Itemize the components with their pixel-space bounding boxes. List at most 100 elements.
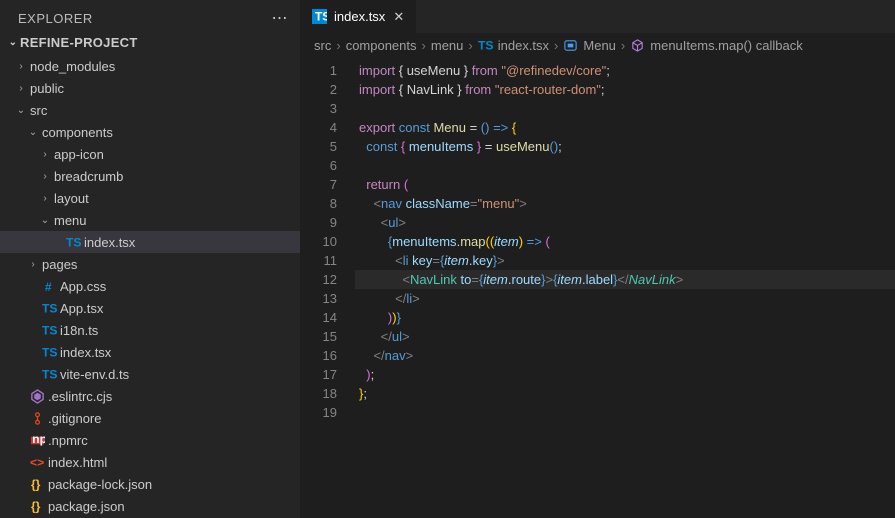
tree-item-label: .npmrc <box>46 433 88 448</box>
tree-item-label: index.tsx <box>82 235 135 250</box>
breadcrumb-item[interactable]: src <box>314 38 331 53</box>
folder-menu[interactable]: ⌄menu <box>0 209 300 231</box>
svg-text:TS: TS <box>478 38 493 52</box>
folder-pages[interactable]: ›pages <box>0 253 300 275</box>
breadcrumb-item[interactable]: menu <box>431 38 464 53</box>
file-index.tsx[interactable]: TSindex.tsx <box>0 231 300 253</box>
code-line[interactable]: <ul> <box>355 213 895 232</box>
code-line[interactable]: }; <box>355 384 895 403</box>
breadcrumb-item[interactable]: menuItems.map() callback <box>650 38 802 53</box>
folder-src[interactable]: ⌄src <box>0 99 300 121</box>
code-line[interactable]: {menuItems.map((item) => ( <box>355 232 895 251</box>
breadcrumb[interactable]: src›components›menu›TSindex.tsx›Menu›men… <box>300 34 895 57</box>
breadcrumb-item[interactable]: components <box>346 38 417 53</box>
file-i18n.ts[interactable]: TSi18n.ts <box>0 319 300 341</box>
file-package.json[interactable]: {} package.json <box>0 495 300 517</box>
ts-icon: TS <box>478 38 493 53</box>
chevron-down-icon: ⌄ <box>14 105 28 116</box>
ts-icon: TS <box>40 345 58 360</box>
chevron-right-icon: › <box>621 38 625 53</box>
code-line[interactable]: return ( <box>355 175 895 194</box>
folder-app-icon[interactable]: ›app-icon <box>0 143 300 165</box>
code-line[interactable]: </li> <box>355 289 895 308</box>
more-actions-icon[interactable]: ⋯ <box>272 8 289 28</box>
code-line[interactable] <box>355 156 895 175</box>
file-App.css[interactable]: #App.css <box>0 275 300 297</box>
tab-index-tsx[interactable]: TS index.tsx ✕ <box>300 0 416 33</box>
project-root[interactable]: ⌄ REFINE-PROJECT <box>0 32 300 53</box>
code-lines[interactable]: import { useMenu } from "@refinedev/core… <box>355 57 895 518</box>
chevron-right-icon: › <box>14 61 28 72</box>
code-line[interactable]: const { menuItems } = useMenu(); <box>355 137 895 156</box>
chevron-right-icon: › <box>38 171 52 182</box>
code-line[interactable]: ); <box>355 365 895 384</box>
tree-item-label: src <box>28 103 47 118</box>
code-line[interactable] <box>355 99 895 118</box>
code-line[interactable]: import { useMenu } from "@refinedev/core… <box>355 61 895 80</box>
file-package-lock.json[interactable]: {} package-lock.json <box>0 473 300 495</box>
file-.gitignore[interactable]: .gitignore <box>0 407 300 429</box>
tab-label: index.tsx <box>334 9 385 24</box>
svg-text:npm: npm <box>32 433 45 446</box>
tree-item-label: breadcrumb <box>52 169 123 184</box>
chevron-down-icon: ⌄ <box>26 127 40 138</box>
code-line[interactable]: </ul> <box>355 327 895 346</box>
svg-text:TS: TS <box>66 235 81 249</box>
hash-icon: # <box>40 279 58 294</box>
file-index.tsx[interactable]: TSindex.tsx <box>0 341 300 363</box>
tree-item-label: components <box>40 125 113 140</box>
ts-icon: TS <box>64 235 82 250</box>
svg-text:TS: TS <box>314 9 326 23</box>
svg-text:{}: {} <box>30 499 40 513</box>
breadcrumb-item[interactable]: Menu <box>583 38 616 53</box>
chevron-right-icon: › <box>468 38 472 53</box>
cube-icon <box>630 38 645 53</box>
chevron-right-icon: › <box>38 149 52 160</box>
folder-components[interactable]: ⌄components <box>0 121 300 143</box>
folder-node_modules[interactable]: ›node_modules <box>0 55 300 77</box>
folder-breadcrumb[interactable]: ›breadcrumb <box>0 165 300 187</box>
tree-item-label: pages <box>40 257 77 272</box>
file-.npmrc[interactable]: npm.npmrc <box>0 429 300 451</box>
tree-item-label: package-lock.json <box>46 477 152 492</box>
code-line[interactable]: <li key={item.key}> <box>355 251 895 270</box>
chevron-down-icon: ⌄ <box>6 37 20 48</box>
svg-text:TS: TS <box>42 345 57 359</box>
folder-public[interactable]: ›public <box>0 77 300 99</box>
tree-item-label: .gitignore <box>46 411 101 426</box>
code-line[interactable]: <NavLink to={item.route}>{item.label}</N… <box>355 270 895 289</box>
tree-item-label: node_modules <box>28 59 115 74</box>
close-icon[interactable]: ✕ <box>391 7 406 27</box>
ts-icon: TS <box>310 9 328 24</box>
chevron-right-icon: › <box>26 259 40 270</box>
file-tree: ›node_modules›public⌄src⌄components›app-… <box>0 53 300 518</box>
file-.eslintrc.cjs[interactable]: .eslintrc.cjs <box>0 385 300 407</box>
svg-text:<>: <> <box>30 455 44 469</box>
folder-layout[interactable]: ›layout <box>0 187 300 209</box>
ts-icon: TS <box>40 367 58 382</box>
file-index.html[interactable]: <>index.html <box>0 451 300 473</box>
code-line[interactable]: <nav className="menu"> <box>355 194 895 213</box>
chevron-right-icon: › <box>14 83 28 94</box>
tree-item-label: i18n.ts <box>58 323 98 338</box>
chevron-down-icon: ⌄ <box>38 215 52 226</box>
code-editor[interactable]: 12345678910111213141516171819 import { u… <box>300 57 895 518</box>
tree-item-label: vite-env.d.ts <box>58 367 129 382</box>
code-line[interactable]: import { NavLink } from "react-router-do… <box>355 80 895 99</box>
code-line[interactable]: </nav> <box>355 346 895 365</box>
svg-text:{}: {} <box>30 477 40 491</box>
npm-icon: npm <box>28 433 46 448</box>
chevron-right-icon: › <box>336 38 340 53</box>
file-vite-env.d.ts[interactable]: TSvite-env.d.ts <box>0 363 300 385</box>
svg-text:TS: TS <box>42 323 57 337</box>
file-App.tsx[interactable]: TSApp.tsx <box>0 297 300 319</box>
svg-text:#: # <box>44 280 51 294</box>
ts-icon: TS <box>40 301 58 316</box>
sym-icon <box>563 38 578 53</box>
tree-item-label: package.json <box>46 499 125 514</box>
code-line[interactable]: export const Menu = () => { <box>355 118 895 137</box>
breadcrumb-item[interactable]: index.tsx <box>498 38 549 53</box>
code-line[interactable] <box>355 403 895 422</box>
code-line[interactable]: ))} <box>355 308 895 327</box>
chevron-right-icon: › <box>422 38 426 53</box>
